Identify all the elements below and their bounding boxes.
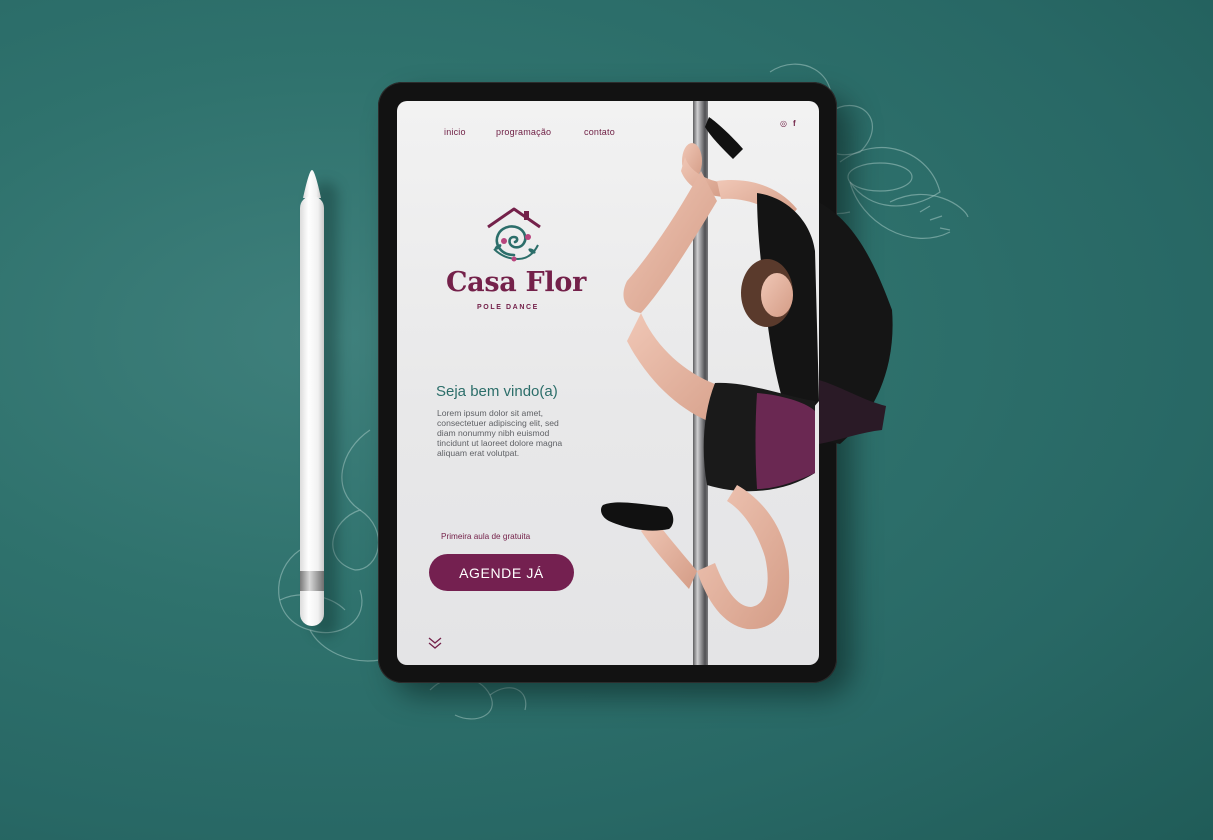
welcome-heading: Seja bem vindo(a) xyxy=(436,383,558,400)
dancer-figure xyxy=(601,117,819,630)
welcome-paragraph: Lorem ipsum dolor sit amet, consectetuer… xyxy=(437,408,563,458)
nav-link-programacao[interactable]: programação xyxy=(496,127,551,137)
brand-name: Casa Flor xyxy=(445,267,587,298)
chevron-down-icon[interactable] xyxy=(427,636,443,650)
schedule-button[interactable]: AGENDE JÁ xyxy=(429,554,574,591)
hero-photo xyxy=(597,101,819,665)
nav-link-contato[interactable]: contato xyxy=(584,127,615,137)
nav-link-inicio[interactable]: inicio xyxy=(444,127,466,137)
brand-subtitle: POLE DANCE xyxy=(477,304,539,311)
instagram-icon[interactable]: ◎ xyxy=(780,119,787,128)
facebook-icon[interactable]: f xyxy=(793,119,796,128)
cta-note: Primeira aula de gratuita xyxy=(441,532,531,541)
stylus-pencil xyxy=(300,170,324,626)
tablet-screen-website: inicio programação contato ◎ f Casa Flor… xyxy=(397,101,819,665)
casa-flor-logo-icon xyxy=(487,207,541,262)
